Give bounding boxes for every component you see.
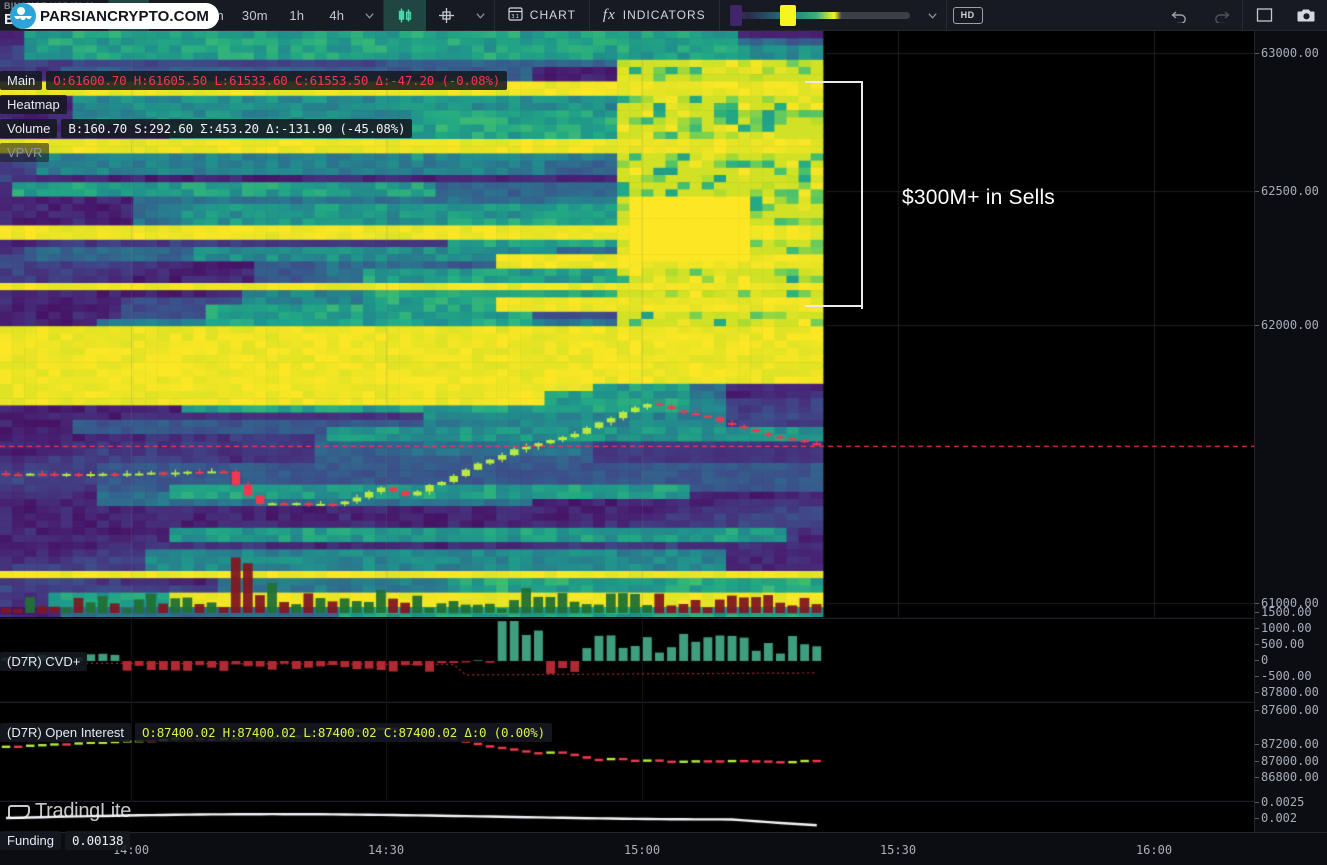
timeframe-more-chevron-down-icon[interactable] xyxy=(357,0,383,31)
time-tick: 15:00 xyxy=(623,843,661,857)
calendar-chart-icon: 31 xyxy=(508,6,523,24)
legend-cvd-label: (D7R) CVD+ xyxy=(0,652,88,671)
hd-quality-button[interactable]: HD xyxy=(947,0,989,31)
drawing-more-chevron-down-icon[interactable] xyxy=(468,0,494,31)
globe-logo-icon xyxy=(10,3,36,29)
heatmap-intensity-slider[interactable] xyxy=(720,0,920,31)
gradient-handle-low[interactable] xyxy=(729,4,742,26)
funding-tick: 0.0025 xyxy=(1254,795,1305,809)
legend-main-values: O:61600.70 H:61605.50 L:61533.60 C:61553… xyxy=(46,71,508,90)
time-axis[interactable]: 14:00 14:30 15:00 15:30 16:00 xyxy=(0,832,1327,865)
open-interest-canvas xyxy=(0,703,1254,800)
tradinglite-logo-icon xyxy=(8,804,30,819)
toolbar-right-group xyxy=(1158,0,1327,31)
open-interest-pane[interactable] xyxy=(0,702,1254,800)
cvd-tick: 0 xyxy=(1254,653,1269,667)
legend-cvd[interactable]: (D7R) CVD+ xyxy=(0,652,88,671)
cvd-tick: 1000.00 xyxy=(1255,621,1312,635)
parsiancrypto-watermark: PARSIANCRYPTO.COM xyxy=(10,3,219,29)
cvd-tick: -500.00 xyxy=(1255,669,1312,683)
oi-tick: 86800.00 xyxy=(1255,770,1319,784)
legend-heatmap[interactable]: Heatmap xyxy=(0,95,67,114)
legend-volume-label: Volume xyxy=(0,119,58,138)
oi-tick: 87000.00 xyxy=(1255,754,1319,768)
funding-tick: 0.002 xyxy=(1254,811,1298,825)
chart-button[interactable]: 31 CHART xyxy=(495,0,589,31)
tradinglite-label: TradingLite xyxy=(35,800,132,822)
legend-main-label: Main xyxy=(0,71,43,90)
legend-oi-values: O:87400.02 H:87400.02 L:87400.02 C:87400… xyxy=(135,723,552,742)
layout-icon[interactable] xyxy=(1243,0,1285,31)
watermark-site-label: PARSIANCRYPTO.COM xyxy=(40,7,209,25)
indicators-button-label: INDICATORS xyxy=(622,8,706,22)
legend-main[interactable]: Main O:61600.70 H:61605.50 L:61533.60 C:… xyxy=(0,71,508,90)
cvd-pane[interactable] xyxy=(0,618,1254,701)
legend-vpvr[interactable]: VPVR xyxy=(0,143,50,162)
price-tick: 63000.00 xyxy=(1255,46,1319,60)
price-axis[interactable]: 63000.00 62500.00 62000.00 61000.00 1500.00 1… xyxy=(1254,31,1327,832)
chart-plot-area[interactable]: Main O:61600.70 H:61605.50 L:61533.60 C:… xyxy=(0,31,1254,850)
sell-wall-annotation: $300M+ in Sells xyxy=(902,186,1056,209)
cvd-histogram-canvas xyxy=(0,619,1254,701)
legend-oi-label: (D7R) Open Interest xyxy=(0,723,132,742)
oi-tick: 87800.00 xyxy=(1255,685,1319,699)
legend-funding-label: Funding xyxy=(0,831,61,850)
price-tick: 62500.00 xyxy=(1255,184,1319,198)
timeframe-30m[interactable]: 30m xyxy=(233,0,277,31)
legend-heatmap-label: Heatmap xyxy=(0,95,67,114)
time-tick: 16:00 xyxy=(1135,843,1173,857)
legend-open-interest[interactable]: (D7R) Open Interest O:87400.02 H:87400.0… xyxy=(0,723,552,742)
redo-icon[interactable] xyxy=(1200,0,1242,31)
oi-tick: 87200.00 xyxy=(1255,737,1319,751)
svg-text:31: 31 xyxy=(511,14,520,20)
undo-icon[interactable] xyxy=(1158,0,1200,31)
legend-volume[interactable]: Volume B:160.70 S:292.60 Σ:453.20 Δ:-131… xyxy=(0,119,413,138)
gradient-track[interactable] xyxy=(729,4,910,26)
chart-button-label: CHART xyxy=(529,8,576,22)
sell-wall-bracket xyxy=(805,79,869,309)
crosshair-icon[interactable] xyxy=(426,0,468,31)
gradient-handle-high[interactable] xyxy=(779,4,796,26)
legend-volume-values: B:160.70 S:292.60 Σ:453.20 Δ:-131.90 (-4… xyxy=(61,119,413,138)
camera-icon[interactable] xyxy=(1285,0,1327,31)
legend-vpvr-label: VPVR xyxy=(0,143,50,162)
time-tick: 15:30 xyxy=(879,843,917,857)
heatmap-settings-chevron-down-icon[interactable] xyxy=(920,0,946,31)
funding-line-canvas xyxy=(0,802,1254,832)
cvd-tick: 500.00 xyxy=(1254,637,1305,651)
tradinglite-watermark: TradingLite xyxy=(8,800,131,823)
oi-tick: 87600.00 xyxy=(1255,703,1319,717)
indicators-button[interactable]: fx INDICATORS xyxy=(590,0,719,31)
legend-funding-value: 0.00138 xyxy=(64,831,131,850)
legend-funding[interactable]: Funding 0.00138 xyxy=(0,831,131,850)
cvd-tick: 1500.00 xyxy=(1255,605,1312,619)
tradinglite-app: BINANCE USD(S)-M BTCUSDT 1m 5m 15m 30m 1… xyxy=(0,0,1327,865)
fx-icon: fx xyxy=(602,6,616,23)
time-tick: 14:30 xyxy=(367,843,405,857)
funding-pane[interactable] xyxy=(0,801,1254,832)
hd-label: HD xyxy=(952,6,983,24)
price-tick: 62000.00 xyxy=(1255,318,1319,332)
candlestick-icon[interactable] xyxy=(383,0,426,31)
timeframe-1h[interactable]: 1h xyxy=(277,0,317,31)
timeframe-4h[interactable]: 4h xyxy=(317,0,357,31)
